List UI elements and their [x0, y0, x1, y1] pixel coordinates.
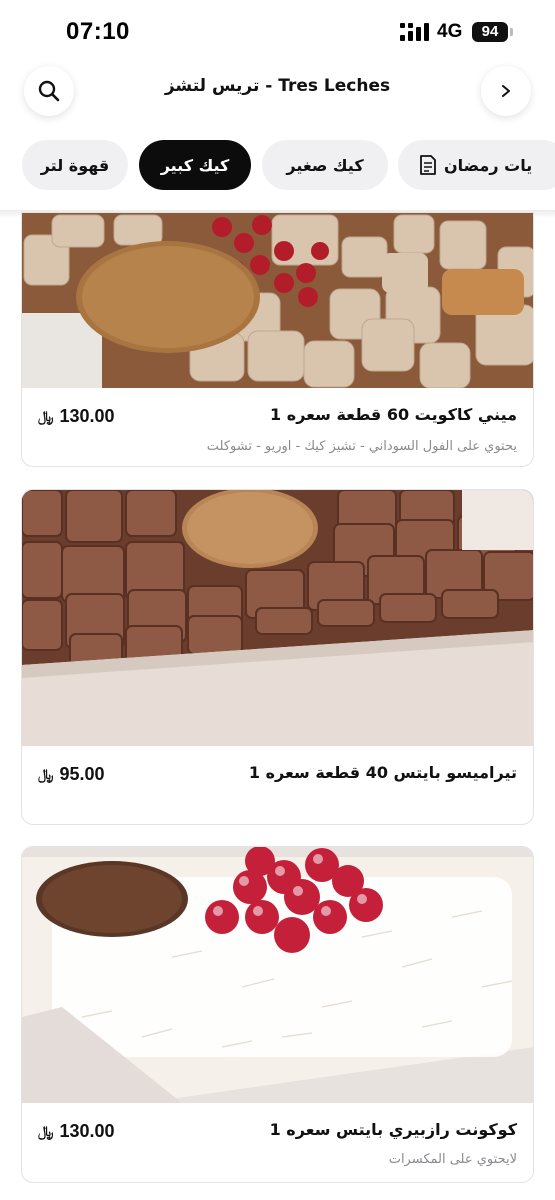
- price-value: 95.00: [59, 764, 105, 784]
- forward-button[interactable]: [481, 66, 531, 116]
- product-image: [22, 847, 533, 1103]
- status-time: 07:10: [66, 18, 130, 45]
- product-name: تيراميسو بايتس 40 قطعة سعره 1: [248, 763, 517, 782]
- currency-symbol: ﷼: [38, 1123, 54, 1140]
- product-card[interactable]: كوكونت رازبيري بايتس سعره 1 لايحتوي على …: [21, 846, 534, 1183]
- category-tabs: يات رمضان كيك صغير كيك كبير قهوة لتر: [0, 138, 555, 194]
- product-image: [22, 213, 533, 388]
- product-card[interactable]: تيراميسو بايتس 40 قطعة سعره 1 ﷼ 95.00: [21, 489, 534, 825]
- price-value: 130.00: [59, 406, 115, 426]
- tab-coffee-liter[interactable]: قهوة لتر: [22, 140, 128, 190]
- currency-symbol: ﷼: [38, 766, 54, 783]
- network-type: 4G: [437, 21, 463, 42]
- search-icon: [38, 80, 60, 102]
- product-description: يحتوي على الفول السوداني - تشيز كيك - او…: [206, 439, 517, 454]
- page-title: تريس لتشز - Tres Leches: [164, 76, 391, 96]
- product-name: كوكونت رازبيري بايتس سعره 1: [269, 1120, 517, 1139]
- chevron-right-icon: [502, 85, 510, 97]
- product-card[interactable]: ميني كاكويت 60 قطعة سعره 1 يحتوي على الف…: [21, 212, 534, 467]
- status-bar: 07:10 4G 94: [0, 0, 555, 62]
- product-image: [22, 490, 533, 746]
- tab-large-cake[interactable]: كيك كبير: [139, 140, 251, 190]
- price-value: 130.00: [59, 1121, 115, 1141]
- product-description: لايحتوي على المكسرات: [388, 1152, 517, 1167]
- currency-symbol: ﷼: [38, 408, 54, 425]
- header: تريس لتشز - Tres Leches: [0, 62, 555, 122]
- product-price: ﷼ 95.00: [38, 764, 105, 785]
- battery-tip: [510, 28, 513, 36]
- tab-ramadan[interactable]: يات رمضان: [398, 140, 555, 190]
- tab-small-cake[interactable]: كيك صغير: [262, 140, 388, 190]
- product-name: ميني كاكويت 60 قطعة سعره 1: [270, 405, 517, 424]
- battery-icon: 94: [472, 22, 508, 42]
- signal-icon: [400, 23, 429, 41]
- menu-list-icon: [420, 155, 436, 175]
- tab-ramadan-label: يات رمضان: [444, 155, 533, 175]
- search-button[interactable]: [24, 66, 74, 116]
- product-price: ﷼ 130.00: [38, 1121, 115, 1142]
- product-price: ﷼ 130.00: [38, 406, 115, 427]
